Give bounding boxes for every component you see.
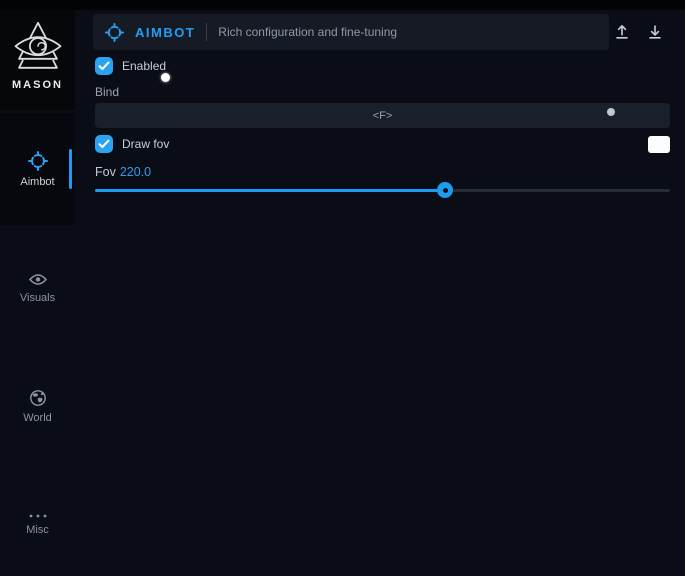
page-subtitle: Rich configuration and fine-tuning	[218, 25, 397, 39]
window-top-strip	[0, 0, 685, 10]
app-window: MASON Aimbot Visuals	[0, 0, 685, 576]
mason-eye-logo-icon	[11, 19, 65, 77]
bind-key-input[interactable]: <F>	[95, 103, 670, 128]
bind-key-value: <F>	[373, 110, 393, 122]
fov-value-row: Fov 220.0	[95, 165, 151, 179]
fov-value: 220.0	[120, 165, 151, 179]
fov-color-swatch[interactable]	[648, 136, 670, 153]
upload-icon	[613, 23, 631, 41]
slider-fill	[95, 189, 445, 192]
bind-label: Bind	[95, 85, 119, 99]
download-icon	[646, 23, 664, 41]
crosshair-icon	[28, 151, 48, 171]
selected-indicator	[69, 149, 72, 189]
fov-slider[interactable]	[95, 182, 670, 198]
enabled-checkbox[interactable]	[95, 57, 113, 75]
sidebar: MASON Aimbot Visuals	[0, 10, 75, 576]
draw-fov-checkbox[interactable]	[95, 135, 113, 153]
sidebar-item-label: World	[23, 412, 52, 424]
header-divider	[206, 23, 207, 41]
page-title: AIMBOT	[135, 25, 195, 40]
enabled-row: Enabled	[95, 57, 166, 75]
download-config-button[interactable]	[642, 19, 668, 45]
sidebar-item-label: Aimbot	[20, 176, 54, 188]
logo-text: MASON	[12, 79, 63, 91]
eye-icon	[28, 272, 48, 287]
ellipsis-icon	[28, 513, 48, 519]
sidebar-item-world[interactable]: World	[0, 374, 75, 438]
logo: MASON	[0, 10, 75, 110]
draw-fov-label: Draw fov	[122, 137, 169, 151]
enabled-label: Enabled	[122, 59, 166, 73]
sidebar-item-label: Visuals	[20, 292, 55, 304]
fov-label: Fov	[95, 165, 116, 179]
upload-config-button[interactable]	[609, 19, 635, 45]
sidebar-item-visuals[interactable]: Visuals	[0, 256, 75, 320]
globe-icon	[29, 389, 47, 407]
draw-fov-row: Draw fov	[95, 135, 169, 153]
page-header: AIMBOT Rich configuration and fine-tunin…	[93, 14, 609, 50]
mouse-cursor-dot	[161, 73, 170, 82]
slider-thumb[interactable]	[437, 182, 453, 198]
input-dot	[607, 108, 615, 116]
sidebar-item-misc[interactable]: Misc	[0, 492, 75, 556]
sidebar-item-label: Misc	[26, 524, 49, 536]
sidebar-item-aimbot[interactable]: Aimbot	[0, 113, 75, 225]
crosshair-icon	[105, 23, 124, 42]
